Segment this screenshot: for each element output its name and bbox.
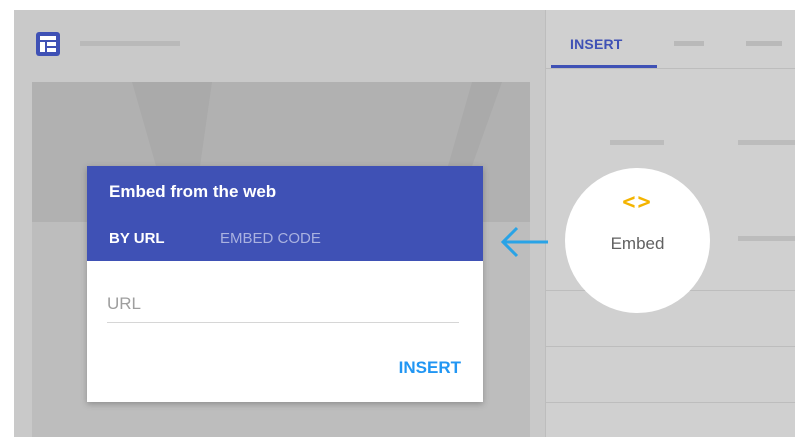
title-placeholder <box>80 41 180 46</box>
item-placeholder[interactable] <box>738 236 795 241</box>
embed-button[interactable]: <> Embed <box>565 168 710 313</box>
insert-button[interactable]: INSERT <box>399 358 461 378</box>
item-placeholder[interactable] <box>738 140 795 145</box>
embed-label: Embed <box>610 234 665 253</box>
embed-dialog: Embed from the web BY URL EMBED CODE INS… <box>87 166 483 402</box>
panel-divider <box>546 402 795 403</box>
code-brackets-icon: <> <box>622 190 653 215</box>
tab-placeholder[interactable] <box>674 41 704 46</box>
tab-by-url[interactable]: BY URL <box>109 230 165 247</box>
tab-embed-code[interactable]: EMBED CODE <box>220 230 321 247</box>
tab-divider <box>546 68 795 69</box>
dialog-header: Embed from the web BY URL EMBED CODE <box>87 166 483 261</box>
url-input[interactable] <box>107 286 459 323</box>
dialog-title: Embed from the web <box>109 182 277 201</box>
tab-placeholder[interactable] <box>746 41 782 46</box>
item-placeholder[interactable] <box>610 140 664 145</box>
tab-insert[interactable]: INSERT <box>570 36 623 52</box>
layout-icon[interactable] <box>36 32 60 56</box>
panel-divider <box>546 346 795 347</box>
arrow-left-icon <box>500 226 548 258</box>
